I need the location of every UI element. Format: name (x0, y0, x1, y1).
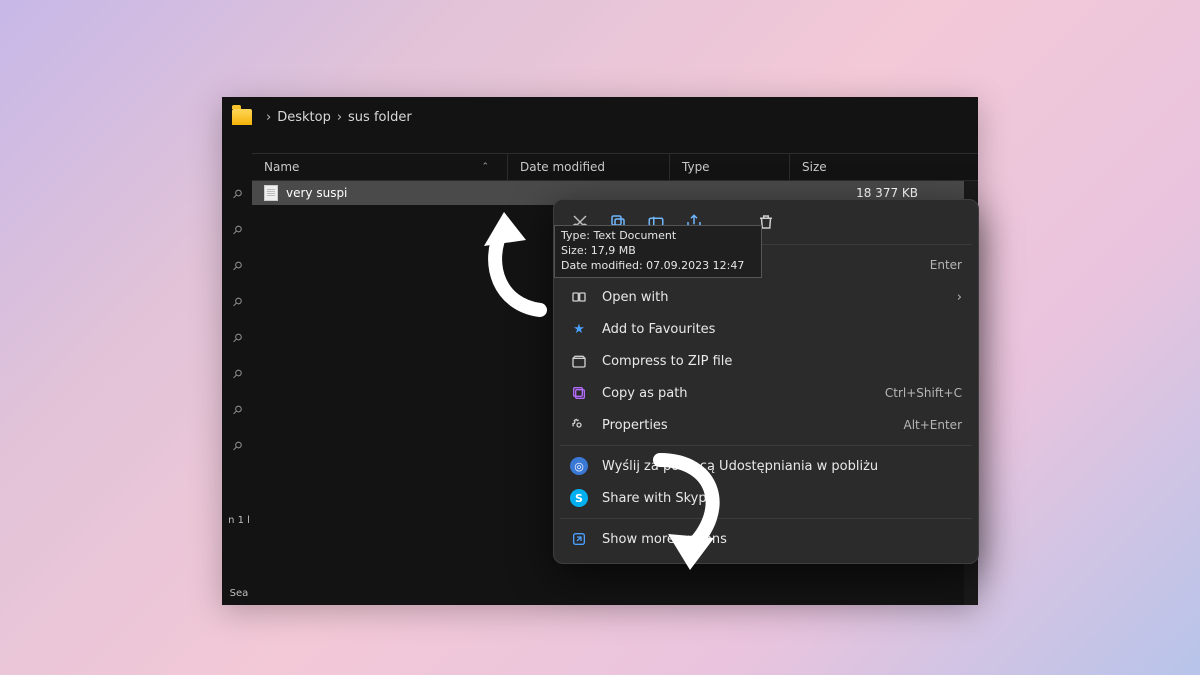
menu-label: Open with (602, 290, 668, 305)
tooltip-line: Type: Text Document (561, 229, 755, 244)
tooltip-line: Date modified: 07.09.2023 12:47 (561, 259, 755, 274)
zip-icon (570, 352, 588, 370)
menu-label: Compress to ZIP file (602, 354, 732, 369)
menu-shortcut: Ctrl+Shift+C (885, 386, 962, 400)
menu-nearby-share[interactable]: ◎ Wyślij za pomocą Udostępniania w pobli… (554, 450, 978, 482)
properties-icon (570, 416, 588, 434)
menu-copy-as-path[interactable]: Copy as path Ctrl+Shift+C (554, 377, 978, 409)
col-date-modified[interactable]: Date modified (508, 154, 670, 180)
column-headers: Name⌃ Date modified Type Size (252, 153, 978, 181)
menu-separator (560, 445, 972, 446)
nav-sidebar: ⚲ ⚲ ⚲ ⚲ ⚲ ⚲ ⚲ ⚲ n 1 l Sea (222, 177, 252, 605)
col-name[interactable]: Name⌃ (252, 154, 508, 180)
pin-icon[interactable]: ⚲ (229, 402, 245, 418)
menu-open-with[interactable]: Open with › (554, 281, 978, 313)
menu-add-favourites[interactable]: ★ Add to Favourites (554, 313, 978, 345)
nearby-share-icon: ◎ (570, 457, 588, 475)
sidebar-cut-label: Sea (230, 588, 249, 599)
menu-share-skype[interactable]: S Share with Skype (554, 482, 978, 514)
menu-label: Add to Favourites (602, 322, 715, 337)
pin-icon[interactable]: ⚲ (229, 186, 245, 202)
folder-icon (232, 109, 252, 125)
menu-show-more-options[interactable]: Show more options (554, 523, 978, 555)
col-size[interactable]: Size (790, 154, 978, 180)
tooltip-line: Size: 17,9 MB (561, 244, 755, 259)
pin-icon[interactable]: ⚲ (229, 258, 245, 274)
address-bar[interactable]: › Desktop › sus folder (222, 97, 978, 137)
pin-icon[interactable]: ⚲ (229, 366, 245, 382)
skype-icon: S (570, 489, 588, 507)
breadcrumb-folder[interactable]: sus folder (348, 110, 412, 125)
sidebar-cut-label: n 1 l (228, 515, 250, 526)
star-icon: ★ (570, 320, 588, 338)
file-size: 18 377 KB (790, 186, 978, 200)
pin-icon[interactable]: ⚲ (229, 294, 245, 310)
pin-icon[interactable]: ⚲ (229, 222, 245, 238)
show-more-icon (570, 530, 588, 548)
annotation-arrow-down (620, 450, 750, 580)
pin-icon[interactable]: ⚲ (229, 330, 245, 346)
menu-label: Properties (602, 418, 668, 433)
menu-label: Copy as path (602, 386, 688, 401)
file-name: very suspi (286, 186, 347, 200)
copy-path-icon (570, 384, 588, 402)
menu-properties[interactable]: Properties Alt+Enter (554, 409, 978, 441)
col-type[interactable]: Type (670, 154, 790, 180)
pin-icon[interactable]: ⚲ (229, 438, 245, 454)
chevron-right-icon: › (266, 110, 271, 125)
menu-compress-zip[interactable]: Compress to ZIP file (554, 345, 978, 377)
chevron-right-icon: › (957, 290, 962, 305)
text-document-icon (264, 185, 278, 201)
menu-shortcut: Enter (930, 258, 962, 272)
menu-shortcut: Alt+Enter (903, 418, 962, 432)
breadcrumb-desktop[interactable]: Desktop (277, 110, 331, 125)
chevron-right-icon: › (337, 110, 342, 125)
sort-indicator-icon: ⌃ (481, 162, 489, 172)
annotation-arrow-up (470, 200, 590, 320)
